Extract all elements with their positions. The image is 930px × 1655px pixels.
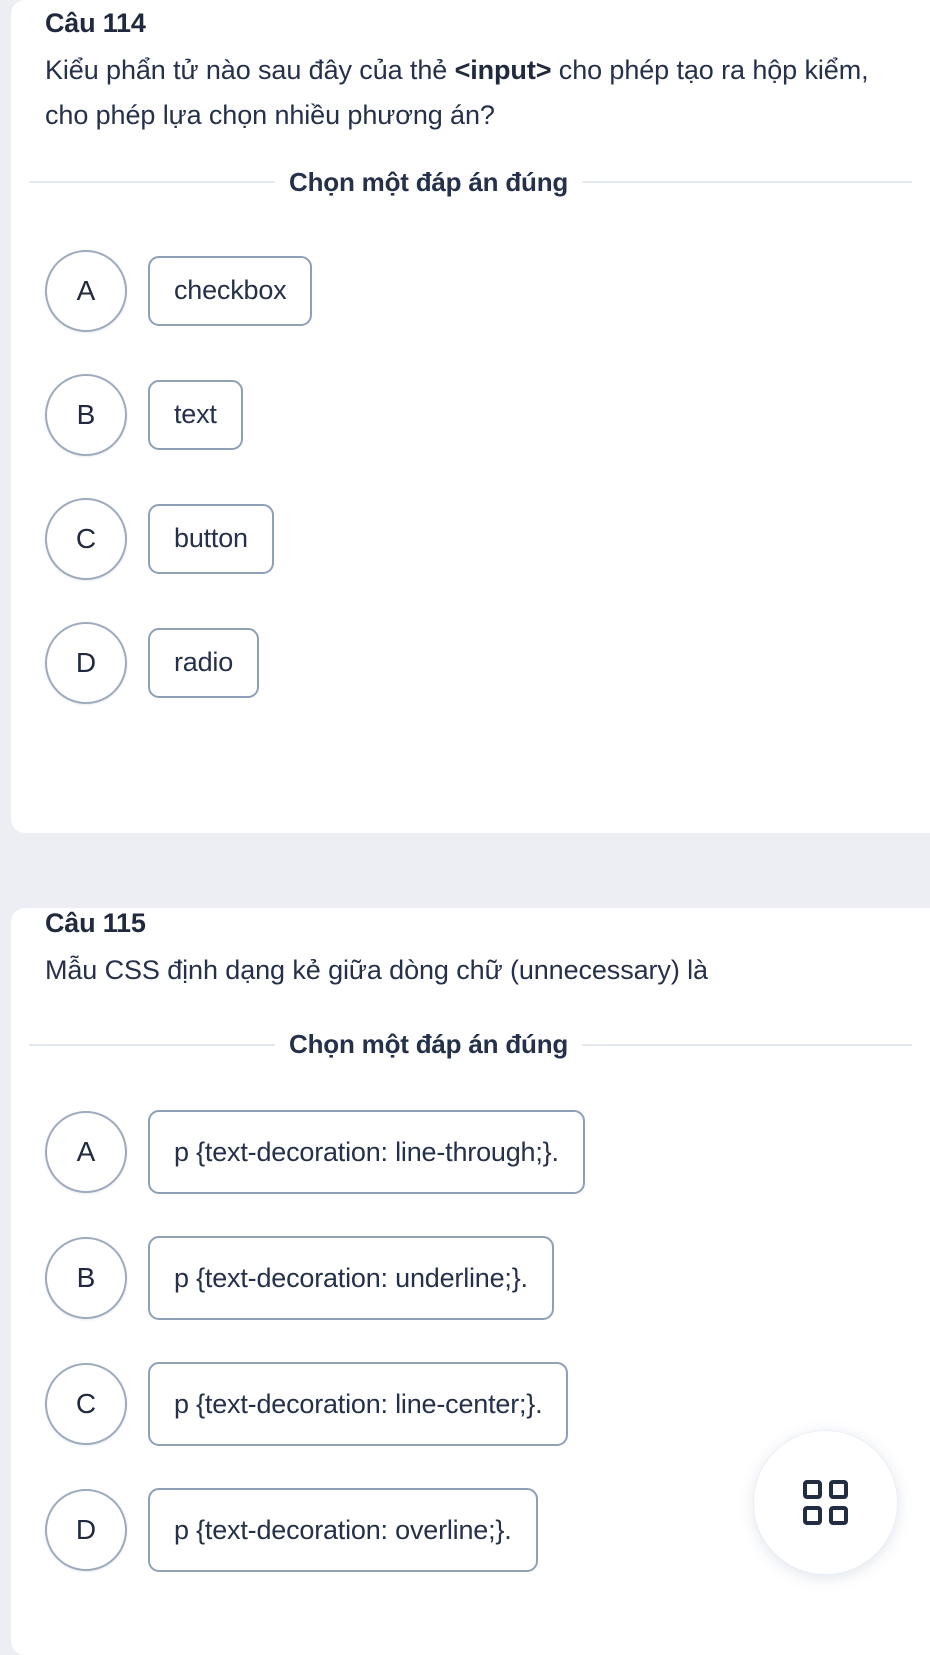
option-row-b[interactable]: B text [45,373,930,456]
question-prompt-part1: Kiểu phẩn tử nào sau đây của thẻ [45,55,455,85]
floating-apps-button[interactable] [753,1430,898,1575]
option-row-a[interactable]: A checkbox [45,249,930,332]
option-row-c[interactable]: C button [45,497,930,580]
grid-cell-1 [803,1480,822,1499]
option-row-115-c[interactable]: C p {text-decoration: line-center;}. [45,1362,930,1447]
grid-cell-2 [829,1480,848,1499]
option-answer-115-b[interactable]: p {text-decoration: underline;}. [148,1236,554,1321]
option-row-115-a[interactable]: A p {text-decoration: line-through;}. [45,1110,930,1195]
question-prompt-code: <input> [454,55,552,85]
option-row-115-b[interactable]: B p {text-decoration: underline;}. [45,1236,930,1321]
option-answer-d[interactable]: radio [148,627,260,698]
option-answer-b[interactable]: text [148,379,243,450]
option-letter-115-b[interactable]: B [45,1237,127,1320]
options-list-114: A checkbox B text C button D radio [11,249,930,704]
choose-answer-label-115: Chọn một đáp án đúng [289,1029,569,1060]
page-title: Câu 114 [45,8,146,38]
option-letter-d[interactable]: D [45,621,127,704]
grid-2x2-icon [803,1480,848,1525]
page-title-115: Câu 115 [45,908,146,938]
option-letter-c[interactable]: C [45,497,127,580]
option-letter-b[interactable]: B [45,373,127,456]
divider-line-right-115 [582,1043,912,1046]
option-answer-115-c[interactable]: p {text-decoration: line-center;}. [148,1362,569,1447]
option-letter-115-c[interactable]: C [45,1363,127,1446]
grid-cell-3 [803,1506,822,1525]
option-answer-115-d[interactable]: p {text-decoration: overline;}. [148,1488,538,1573]
question-prompt-115: Mẫu CSS định dạng kẻ giữa dòng chữ (unne… [45,955,708,985]
option-letter-a[interactable]: A [45,249,127,332]
question-prompt: Kiểu phẩn tử nào sau đây của thẻ <input>… [11,48,930,139]
divider-line-left [29,181,275,184]
question-card-114: Câu 114 Kiểu phẩn tử nào sau đây của thẻ… [11,0,930,833]
option-answer-c[interactable]: button [148,503,274,574]
divider-line-right [582,181,912,184]
option-row-d[interactable]: D radio [45,621,930,704]
grid-cell-4 [829,1506,848,1525]
choose-answer-divider-115: Chọn một đáp án đúng [11,1029,930,1060]
option-answer-a[interactable]: checkbox [148,255,313,326]
divider-line-left-115 [29,1043,275,1046]
choose-answer-divider: Chọn một đáp án đúng [11,167,930,198]
choose-answer-label: Chọn một đáp án đúng [289,166,569,197]
option-letter-115-a[interactable]: A [45,1111,127,1194]
option-answer-115-a[interactable]: p {text-decoration: line-through;}. [148,1110,585,1195]
page-root: Câu 114 Kiểu phẩn tử nào sau đây của thẻ… [0,0,930,1655]
option-letter-115-d[interactable]: D [45,1489,127,1572]
